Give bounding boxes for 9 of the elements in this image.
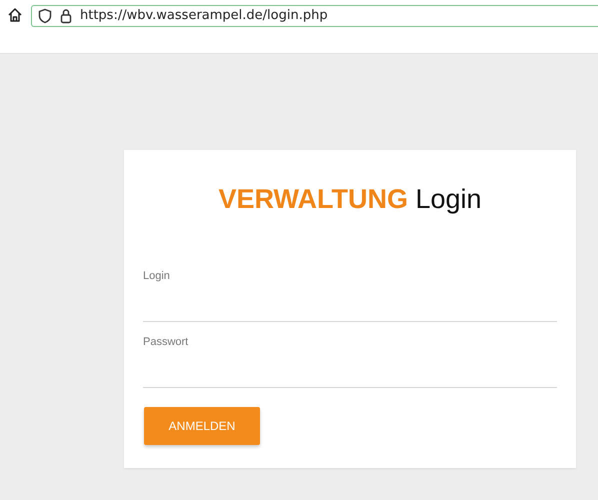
login-button[interactable]: ANMELDEN: [144, 407, 260, 445]
input-field[interactable]: Passwort: [143, 336, 557, 388]
input-field[interactable]: Login: [143, 270, 557, 322]
home-icon[interactable]: [7, 7, 23, 23]
lock-icon[interactable]: [60, 8, 72, 24]
url-text: https://wbv.wasserampel.de/login.php: [80, 8, 328, 23]
shield-icon[interactable]: [38, 8, 52, 24]
page-title: VERWALTUNG Login: [217, 183, 483, 216]
address-bar[interactable]: https://wbv.wasserampel.de/login.php: [31, 4, 598, 26]
